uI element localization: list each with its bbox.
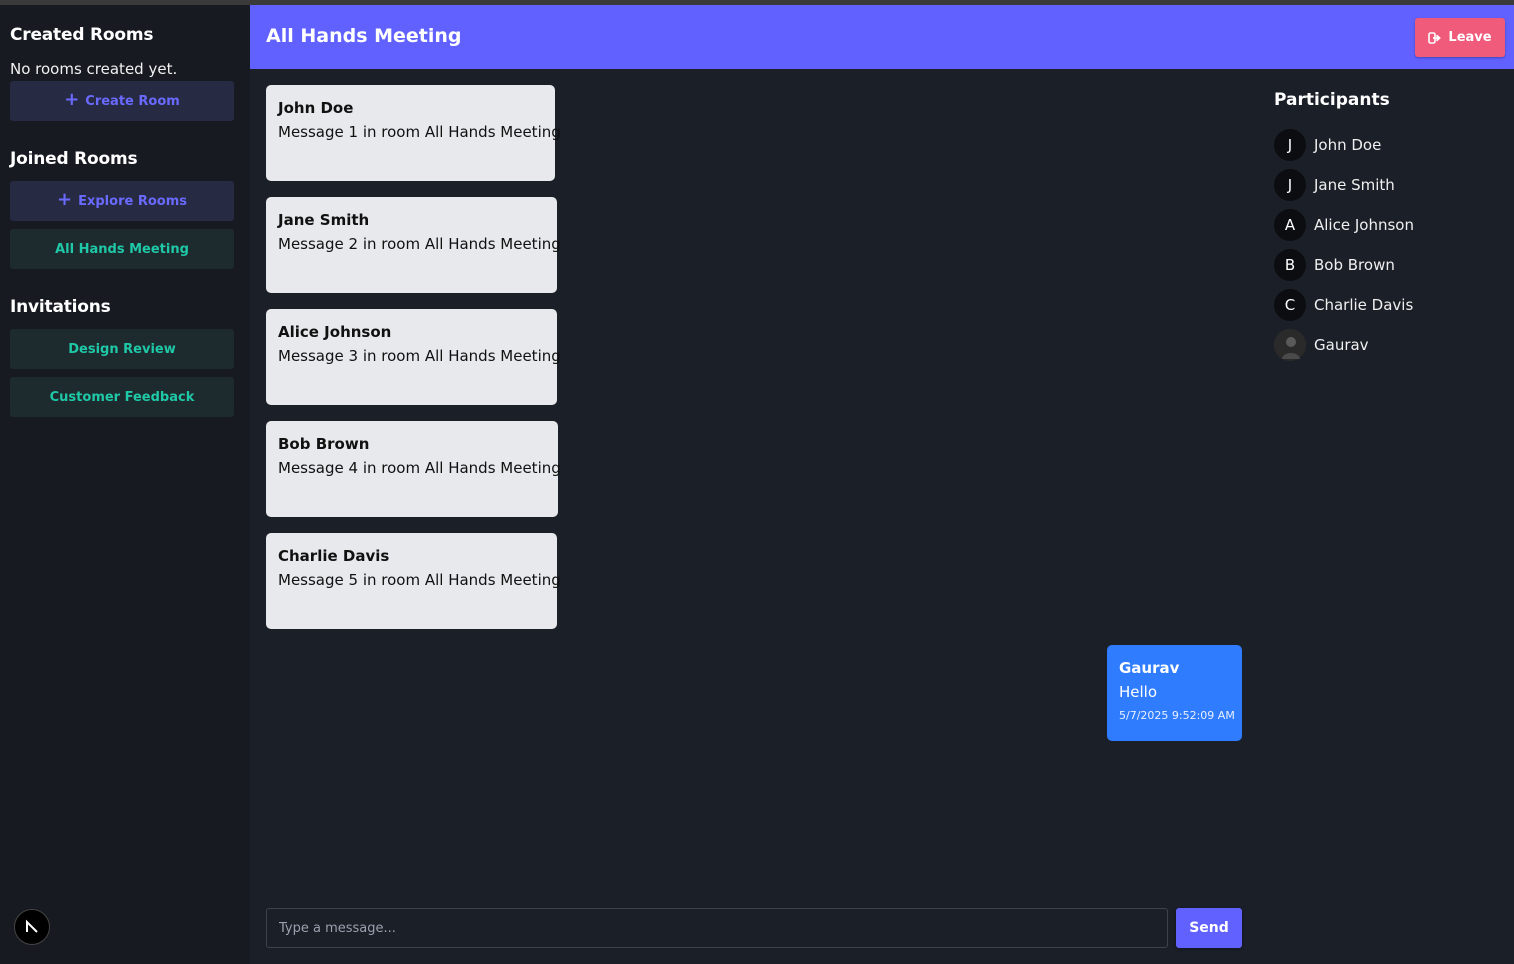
participants-title: Participants <box>1274 90 1390 110</box>
avatar: B <box>1274 249 1306 281</box>
create-room-button[interactable]: + Create Room <box>10 81 234 121</box>
participant-item: Gaurav <box>1274 329 1369 361</box>
sign-out-icon <box>1428 31 1442 44</box>
avatar: J <box>1274 129 1306 161</box>
participant-name: John Doe <box>1314 136 1382 154</box>
message-author: Alice Johnson <box>278 323 392 341</box>
avatar: A <box>1274 209 1306 241</box>
participant-item: A Alice Johnson <box>1274 209 1414 241</box>
message-text: Message 1 in room All Hands Meeting <box>278 123 561 141</box>
message-timestamp: 5/7/2025 9:52:09 AM <box>1119 709 1235 722</box>
n-logo-icon <box>26 919 38 933</box>
message-input[interactable] <box>266 908 1168 948</box>
message-author: Jane Smith <box>278 211 370 229</box>
invitation-label: Customer Feedback <box>49 389 195 405</box>
explore-rooms-label: Explore Rooms <box>78 193 187 209</box>
send-button[interactable]: Send <box>1176 908 1242 948</box>
invitation-customer-feedback[interactable]: Customer Feedback <box>10 377 234 417</box>
invitation-label: Design Review <box>68 341 176 357</box>
message-text: Message 3 in room All Hands Meeting <box>278 347 561 365</box>
chat-message: Alice Johnson Message 3 in room All Hand… <box>266 309 561 405</box>
app-logo-icon[interactable] <box>14 909 50 945</box>
chat-message: Charlie Davis Message 5 in room All Hand… <box>266 533 561 629</box>
message-text: Message 2 in room All Hands Meeting <box>278 235 561 253</box>
message-text: Message 4 in room All Hands Meeting <box>278 459 561 477</box>
participant-item: B Bob Brown <box>1274 249 1395 281</box>
avatar: J <box>1274 169 1306 201</box>
participant-name: Bob Brown <box>1314 256 1395 274</box>
participant-name: Gaurav <box>1314 336 1369 354</box>
message-author: Charlie Davis <box>278 547 390 565</box>
joined-rooms-title: Joined Rooms <box>10 149 138 169</box>
participant-item: C Charlie Davis <box>1274 289 1413 321</box>
participant-item: J John Doe <box>1274 129 1381 161</box>
invitations-title: Invitations <box>10 297 111 317</box>
chat-message: Jane Smith Message 2 in room All Hands M… <box>266 197 561 293</box>
create-room-label: Create Room <box>85 93 180 109</box>
user-photo-icon <box>1274 329 1306 361</box>
participant-item: J Jane Smith <box>1274 169 1395 201</box>
no-rooms-text: No rooms created yet. <box>10 60 178 78</box>
room-header: All Hands Meeting Leave <box>250 5 1514 69</box>
sidebar: Created Rooms No rooms created yet. + Cr… <box>0 5 250 964</box>
created-rooms-title: Created Rooms <box>10 25 154 45</box>
leave-label: Leave <box>1448 30 1492 45</box>
plus-icon: + <box>57 189 73 210</box>
chat-message: John Doe Message 1 in room All Hands Mee… <box>266 85 561 181</box>
leave-button[interactable]: Leave <box>1415 18 1505 57</box>
message-author: John Doe <box>278 99 354 117</box>
avatar-photo <box>1274 329 1306 361</box>
avatar: C <box>1274 289 1306 321</box>
room-title: All Hands Meeting <box>266 25 462 47</box>
participant-name: Charlie Davis <box>1314 296 1414 314</box>
joined-room-all-hands-meeting[interactable]: All Hands Meeting <box>10 229 234 269</box>
explore-rooms-button[interactable]: + Explore Rooms <box>10 181 234 221</box>
participant-name: Alice Johnson <box>1314 216 1414 234</box>
participant-name: Jane Smith <box>1314 176 1395 194</box>
message-author: Bob Brown <box>278 435 370 453</box>
invitation-design-review[interactable]: Design Review <box>10 329 234 369</box>
message-text: Message 5 in room All Hands Meeting <box>278 571 561 589</box>
own-chat-message: Gaurav Hello 5/7/2025 9:52:09 AM <box>1107 645 1242 741</box>
joined-room-label: All Hands Meeting <box>55 241 189 257</box>
chat-message: Bob Brown Message 4 in room All Hands Me… <box>266 421 561 517</box>
message-text: Hello <box>1119 683 1158 701</box>
plus-icon: + <box>64 89 80 110</box>
message-author: Gaurav <box>1119 659 1180 677</box>
